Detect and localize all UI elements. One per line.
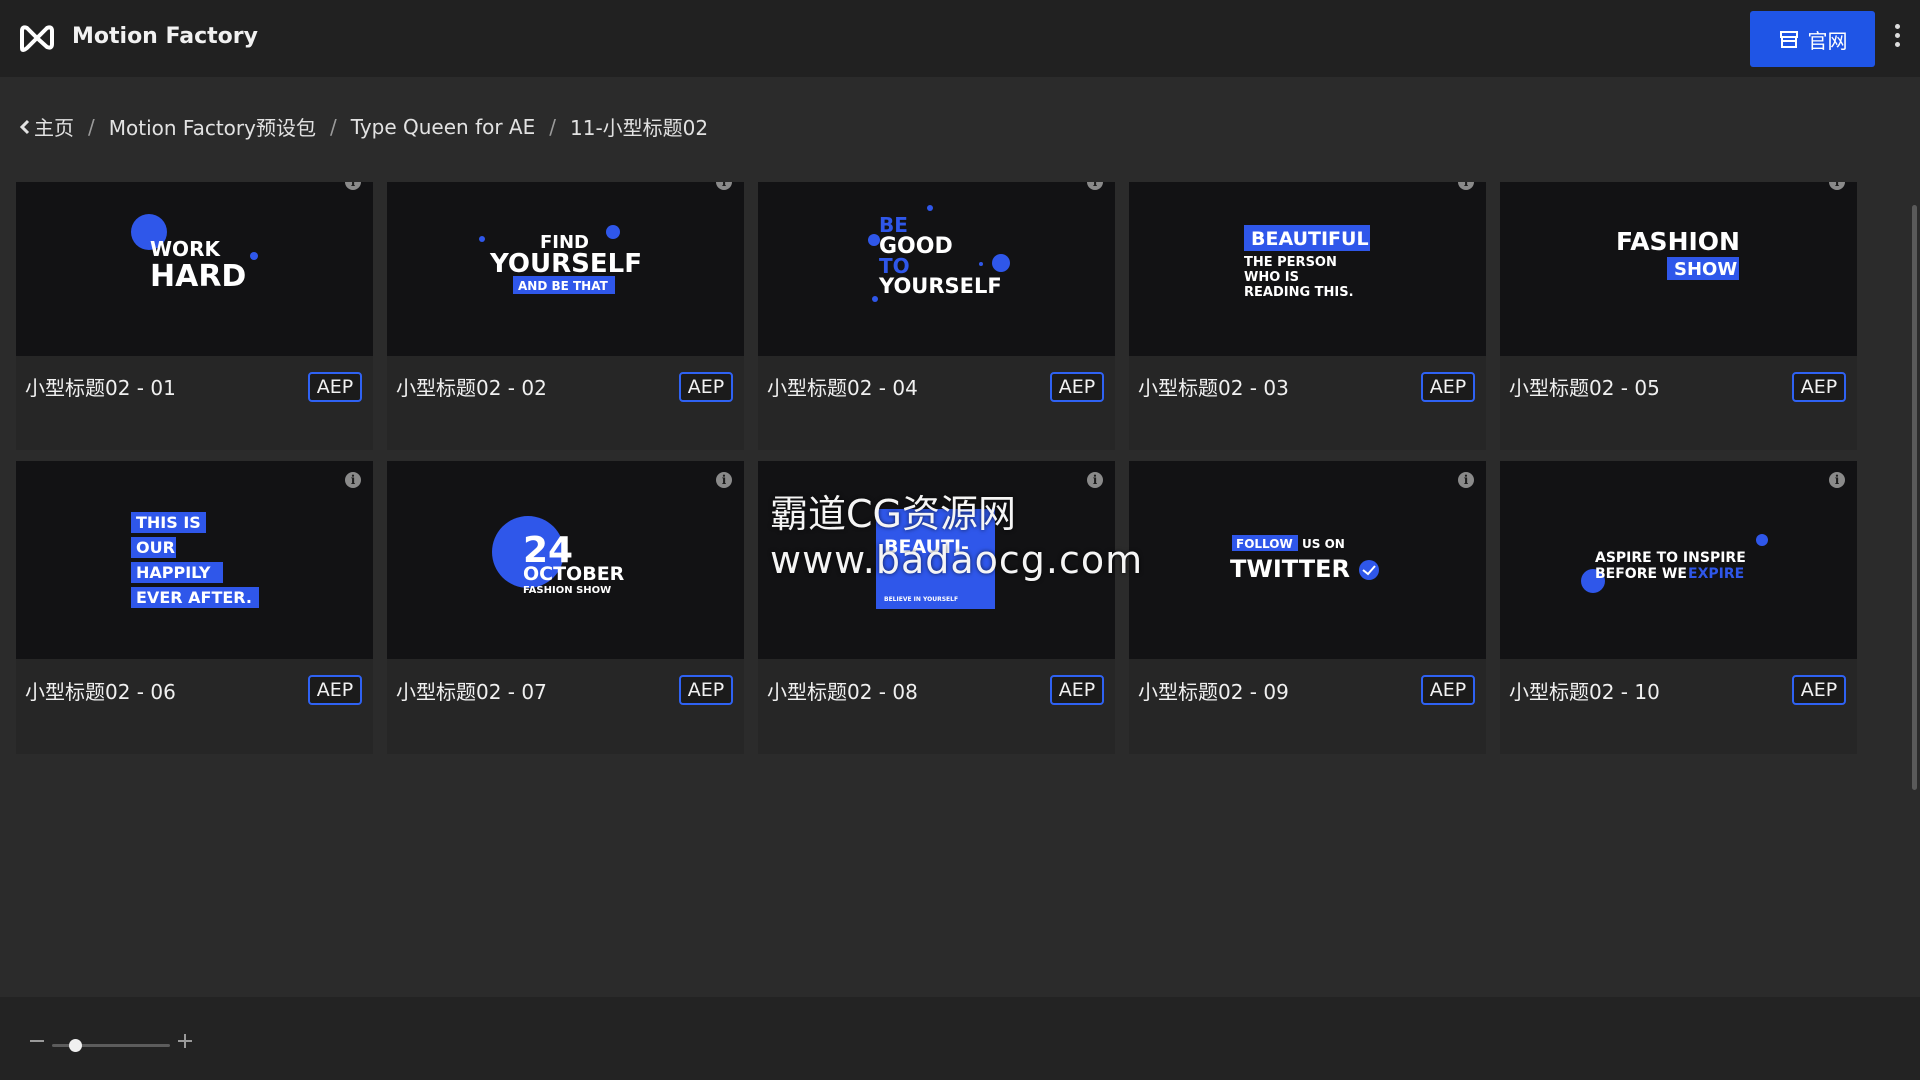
asset-card[interactable]: THIS IS OUR HAPPILY EVER AFTER. i 小型标题02… bbox=[16, 461, 373, 754]
preview-text: FOLLOW bbox=[1236, 537, 1293, 551]
asset-title: 小型标题02 - 08 bbox=[767, 680, 918, 704]
aep-badge: AEP bbox=[308, 675, 362, 705]
asset-title: 小型标题02 - 03 bbox=[1138, 376, 1289, 400]
preview-text: HAPPILY bbox=[136, 563, 211, 582]
info-icon[interactable]: i bbox=[716, 472, 732, 488]
preview-text: YOURSELF bbox=[878, 274, 1002, 298]
asset-title: 小型标题02 - 06 bbox=[25, 680, 176, 704]
zoom-out-icon[interactable] bbox=[30, 1040, 44, 1042]
aep-badge: AEP bbox=[1792, 372, 1846, 402]
aep-badge: AEP bbox=[679, 675, 733, 705]
asset-title: 小型标题02 - 09 bbox=[1138, 680, 1289, 704]
official-site-button[interactable]: 官网 bbox=[1750, 11, 1875, 67]
asset-thumbnail[interactable]: FASHION SHOW bbox=[1500, 182, 1857, 356]
breadcrumb-home[interactable]: 主页 bbox=[20, 112, 74, 141]
info-icon[interactable]: i bbox=[1458, 472, 1474, 488]
breadcrumb: 主页 / Motion Factory预设包 / Type Queen for … bbox=[20, 112, 708, 141]
top-bar: Motion Factory 官网 bbox=[0, 0, 1920, 77]
preview-text: BELIEVE IN YOURSELF bbox=[884, 596, 958, 603]
aep-badge: AEP bbox=[308, 372, 362, 402]
preview-text: ASPIRE TO INSPIRE bbox=[1595, 550, 1746, 566]
asset-thumbnail[interactable]: BE GOOD TO YOURSELF bbox=[758, 182, 1115, 356]
asset-card[interactable]: BE GOOD TO YOURSELF i 小型标题02 - 04 AEP bbox=[758, 182, 1115, 450]
preview-text: OUR bbox=[136, 538, 175, 557]
asset-card[interactable]: FASHION SHOW i 小型标题02 - 05 AEP bbox=[1500, 182, 1857, 450]
preview-text: WHO IS bbox=[1244, 270, 1299, 285]
info-icon[interactable]: i bbox=[1829, 472, 1845, 488]
asset-thumbnail[interactable]: WORK HARD bbox=[16, 182, 373, 356]
asset-card[interactable]: ASPIRE TO INSPIRE BEFORE WE EXPIRE i 小型标… bbox=[1500, 461, 1857, 754]
aep-badge: AEP bbox=[1421, 372, 1475, 402]
preview-text: YOURSELF bbox=[489, 249, 642, 279]
asset-title: 小型标题02 - 10 bbox=[1509, 680, 1660, 704]
preview-text: SHOW bbox=[1674, 259, 1737, 280]
asset-title: 小型标题02 - 07 bbox=[396, 680, 547, 704]
more-options-icon[interactable] bbox=[1890, 24, 1904, 54]
aep-badge: AEP bbox=[1050, 675, 1104, 705]
store-icon bbox=[1779, 31, 1798, 48]
app-title: Motion Factory bbox=[72, 24, 258, 49]
preview-text: BEFORE WE bbox=[1595, 566, 1687, 582]
asset-title: 小型标题02 - 04 bbox=[767, 376, 918, 400]
asset-thumbnail[interactable]: 24 OCTOBER FASHION SHOW bbox=[387, 461, 744, 659]
bottom-bar bbox=[0, 997, 1920, 1080]
breadcrumb-home-label: 主页 bbox=[34, 116, 74, 140]
preview-text: TWITTER bbox=[1230, 555, 1350, 583]
vertical-scrollbar[interactable] bbox=[1912, 205, 1917, 790]
official-site-label: 官网 bbox=[1807, 28, 1848, 53]
preview-text: FASHION SHOW bbox=[523, 585, 611, 596]
breadcrumb-separator: / bbox=[88, 114, 95, 139]
aep-badge: AEP bbox=[1421, 675, 1475, 705]
aep-badge: AEP bbox=[1792, 675, 1846, 705]
asset-card[interactable]: WORK HARD i 小型标题02 - 01 AEP bbox=[16, 182, 373, 450]
info-icon[interactable]: i bbox=[345, 472, 361, 488]
aep-badge: AEP bbox=[679, 372, 733, 402]
breadcrumb-separator: / bbox=[329, 114, 337, 139]
watermark-url: www.badaocg.com bbox=[770, 538, 1144, 582]
chevron-left-icon bbox=[20, 119, 30, 134]
asset-thumbnail[interactable]: THIS IS OUR HAPPILY EVER AFTER. bbox=[16, 461, 373, 659]
watermark-text: 霸道CG资源网 bbox=[770, 492, 1016, 536]
preview-text: OCTOBER bbox=[523, 563, 625, 585]
info-icon[interactable]: i bbox=[1087, 472, 1103, 488]
motion-factory-logo-icon bbox=[20, 25, 54, 52]
breadcrumb-separator: / bbox=[549, 114, 556, 139]
asset-title: 小型标题02 - 02 bbox=[396, 376, 547, 400]
preview-text: EVER AFTER. bbox=[136, 588, 252, 607]
asset-thumbnail[interactable]: FIND YOURSELF AND BE THAT bbox=[387, 182, 744, 356]
preview-text: HARD bbox=[150, 259, 246, 294]
asset-thumbnail[interactable]: FOLLOW US ON TWITTER bbox=[1129, 461, 1486, 659]
preview-text: EXPIRE bbox=[1688, 566, 1744, 582]
asset-card[interactable]: 24 OCTOBER FASHION SHOW i 小型标题02 - 07 AE… bbox=[387, 461, 744, 754]
preview-text: AND BE THAT bbox=[518, 279, 609, 293]
breadcrumb-item-pack[interactable]: Motion Factory预设包 bbox=[109, 112, 316, 141]
asset-thumbnail[interactable]: BEAUTIFUL THE PERSON WHO IS READING THIS… bbox=[1129, 182, 1486, 356]
asset-title: 小型标题02 - 05 bbox=[1509, 376, 1660, 400]
breadcrumb-item-current: 11-小型标题02 bbox=[570, 116, 709, 140]
zoom-in-icon[interactable] bbox=[178, 1034, 192, 1048]
zoom-slider-handle[interactable] bbox=[69, 1039, 83, 1052]
asset-title: 小型标题02 - 01 bbox=[25, 376, 176, 400]
preview-text: WORK bbox=[150, 237, 221, 261]
preview-text: READING THIS. bbox=[1244, 285, 1354, 300]
asset-card[interactable]: FOLLOW US ON TWITTER i 小型标题02 - 09 AEP bbox=[1129, 461, 1486, 754]
preview-text: THE PERSON bbox=[1244, 255, 1337, 270]
preview-text: THIS IS bbox=[136, 513, 201, 532]
asset-card[interactable]: BEAUTIFUL THE PERSON WHO IS READING THIS… bbox=[1129, 182, 1486, 450]
aep-badge: AEP bbox=[1050, 372, 1104, 402]
breadcrumb-item-collection[interactable]: Type Queen for AE bbox=[351, 115, 536, 139]
preview-text: US ON bbox=[1302, 537, 1345, 551]
preview-text: BEAUTIFUL bbox=[1251, 228, 1369, 250]
preview-text: FASHION bbox=[1616, 227, 1740, 256]
asset-thumbnail[interactable]: ASPIRE TO INSPIRE BEFORE WE EXPIRE bbox=[1500, 461, 1857, 659]
asset-card[interactable]: FIND YOURSELF AND BE THAT i 小型标题02 - 02 … bbox=[387, 182, 744, 450]
